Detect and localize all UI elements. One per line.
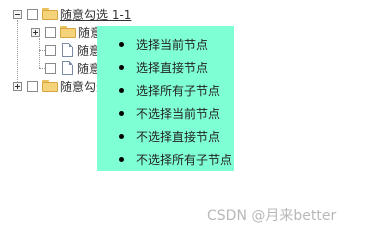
menu-item-label: 选择直接节点: [136, 60, 209, 75]
expand-icon[interactable]: [31, 27, 40, 37]
tree-node-root[interactable]: 随意勾选: [13, 77, 108, 95]
menu-item-deselect-all-children[interactable]: 不选择所有子节点: [97, 151, 232, 167]
folder-icon: [42, 8, 58, 20]
node-checkbox[interactable]: [45, 62, 56, 74]
node-checkbox[interactable]: [27, 80, 38, 92]
menu-item-select-all-children[interactable]: 选择所有子节点: [97, 82, 220, 98]
folder-icon: [42, 80, 58, 92]
menu-item-deselect-direct[interactable]: 不选择直接节点: [97, 128, 220, 144]
node-label[interactable]: 随意勾选 1-1: [60, 6, 131, 23]
expand-icon[interactable]: [13, 81, 22, 91]
menu-item-deselect-current[interactable]: 不选择当前节点: [97, 105, 220, 121]
node-checkbox[interactable]: [27, 8, 38, 20]
bullet-icon: [119, 133, 124, 139]
tree-node-root[interactable]: 随意勾选 1-1: [13, 5, 131, 23]
tree-connector-line: [39, 38, 40, 68]
folder-icon: [60, 26, 76, 38]
bullet-icon: [119, 41, 124, 47]
context-menu: 选择当前节点 选择直接节点 选择所有子节点 不选择当前节点 不选择直接节点 不选…: [97, 26, 234, 171]
collapse-icon[interactable]: [13, 9, 22, 19]
menu-item-label: 不选择当前节点: [136, 106, 221, 121]
file-icon: [62, 61, 73, 75]
menu-item-label: 不选择直接节点: [136, 129, 221, 144]
bullet-icon: [119, 64, 124, 70]
bullet-icon: [119, 87, 124, 93]
node-checkbox[interactable]: [45, 44, 56, 56]
bullet-icon: [119, 156, 124, 162]
menu-item-label: 不选择所有子节点: [136, 152, 233, 167]
file-icon: [62, 43, 73, 57]
menu-item-select-current[interactable]: 选择当前节点: [97, 36, 208, 52]
menu-item-label: 选择当前节点: [136, 37, 209, 52]
node-checkbox[interactable]: [45, 26, 56, 38]
bullet-icon: [119, 110, 124, 116]
menu-item-label: 选择所有子节点: [136, 83, 221, 98]
menu-item-select-direct[interactable]: 选择直接节点: [97, 59, 208, 75]
watermark: CSDN @月来better: [207, 208, 337, 224]
